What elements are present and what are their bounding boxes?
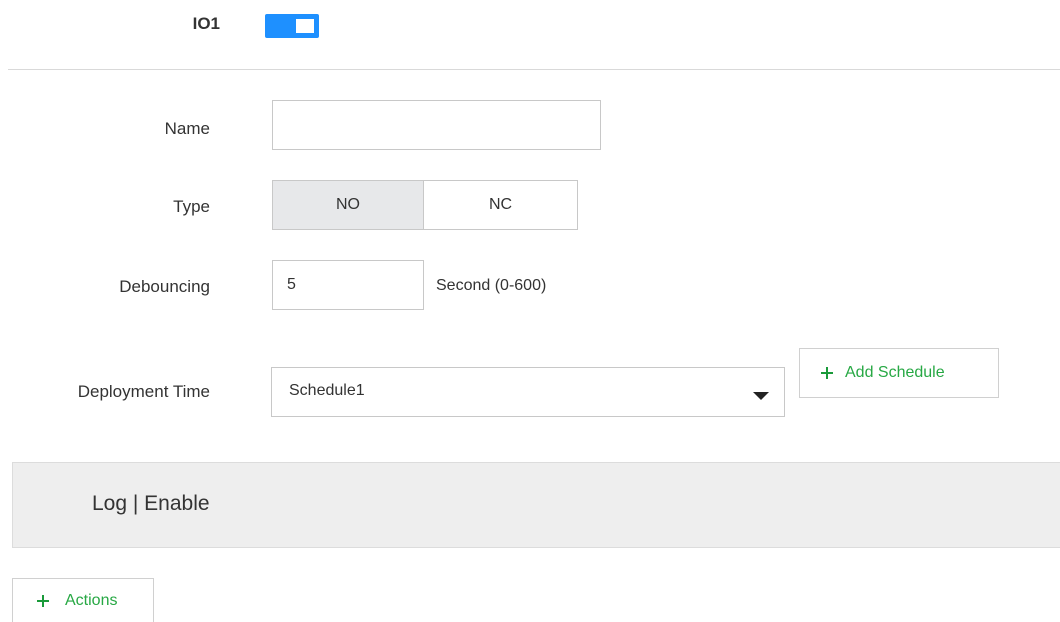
io-enable-toggle[interactable] bbox=[265, 14, 319, 38]
deployment-time-label: Deployment Time bbox=[77, 382, 210, 401]
name-label: Name bbox=[164, 119, 210, 138]
log-panel-title: Log | Enable bbox=[92, 492, 210, 515]
section-divider bbox=[8, 69, 1060, 70]
debouncing-label: Debouncing bbox=[119, 277, 210, 296]
plus-icon bbox=[37, 594, 49, 607]
add-schedule-label: Add Schedule bbox=[845, 364, 945, 381]
type-label: Type bbox=[173, 197, 210, 216]
name-input[interactable] bbox=[272, 100, 601, 150]
schedule-selected-value: Schedule1 bbox=[289, 382, 365, 399]
chevron-down-icon bbox=[753, 392, 769, 400]
type-option-no[interactable]: NO bbox=[272, 180, 424, 230]
toggle-knob bbox=[296, 19, 314, 33]
actions-label: Actions bbox=[65, 591, 118, 609]
plus-icon bbox=[821, 367, 833, 379]
debouncing-input[interactable] bbox=[272, 260, 424, 310]
schedule-select[interactable]: Schedule1 bbox=[271, 367, 785, 417]
log-panel[interactable]: Log | Enable bbox=[12, 462, 1060, 548]
io-label: IO1 bbox=[192, 14, 220, 33]
debouncing-unit: Second (0-600) bbox=[436, 277, 547, 294]
type-option-nc[interactable]: NC bbox=[424, 180, 578, 230]
actions-button[interactable]: Actions bbox=[12, 578, 154, 622]
add-schedule-button[interactable]: Add Schedule bbox=[799, 348, 999, 398]
